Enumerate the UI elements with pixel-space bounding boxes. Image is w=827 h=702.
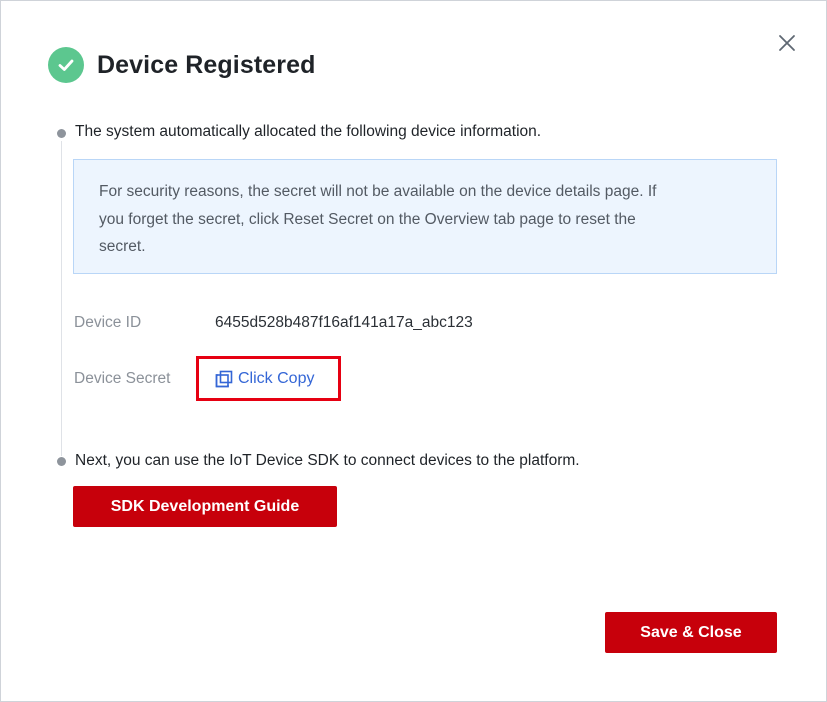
close-icon[interactable] (774, 30, 800, 56)
step-dot (57, 457, 66, 466)
step-2-text: Next, you can use the IoT Device SDK to … (75, 452, 580, 469)
notice-line-1: For security reasons, the secret will no… (99, 183, 657, 200)
click-copy-label: Click Copy (238, 369, 315, 387)
sdk-development-guide-button[interactable]: SDK Development Guide (73, 486, 337, 527)
notice-line-2: you forget the secret, click Reset Secre… (99, 210, 636, 228)
save-and-close-button[interactable]: Save & Close (605, 612, 777, 653)
click-copy-button[interactable]: Click Copy (196, 356, 341, 401)
copy-icon (215, 370, 233, 388)
device-secret-label: Device Secret (74, 370, 171, 387)
security-notice: For security reasons, the secret will no… (73, 159, 777, 274)
step-1-text: The system automatically allocated the f… (75, 123, 542, 140)
device-id-value: 6455d528b487f16af141a17a_abc123 (215, 314, 473, 331)
dialog-title: Device Registered (97, 50, 316, 79)
device-registered-dialog: Device Registered The system automatical… (0, 0, 827, 702)
step-dot (57, 129, 66, 138)
check-circle-icon (48, 47, 84, 83)
device-id-label: Device ID (74, 314, 142, 331)
notice-line-3: secret. (99, 238, 146, 255)
timeline-line (61, 141, 62, 456)
dialog-header: Device Registered (48, 47, 315, 83)
